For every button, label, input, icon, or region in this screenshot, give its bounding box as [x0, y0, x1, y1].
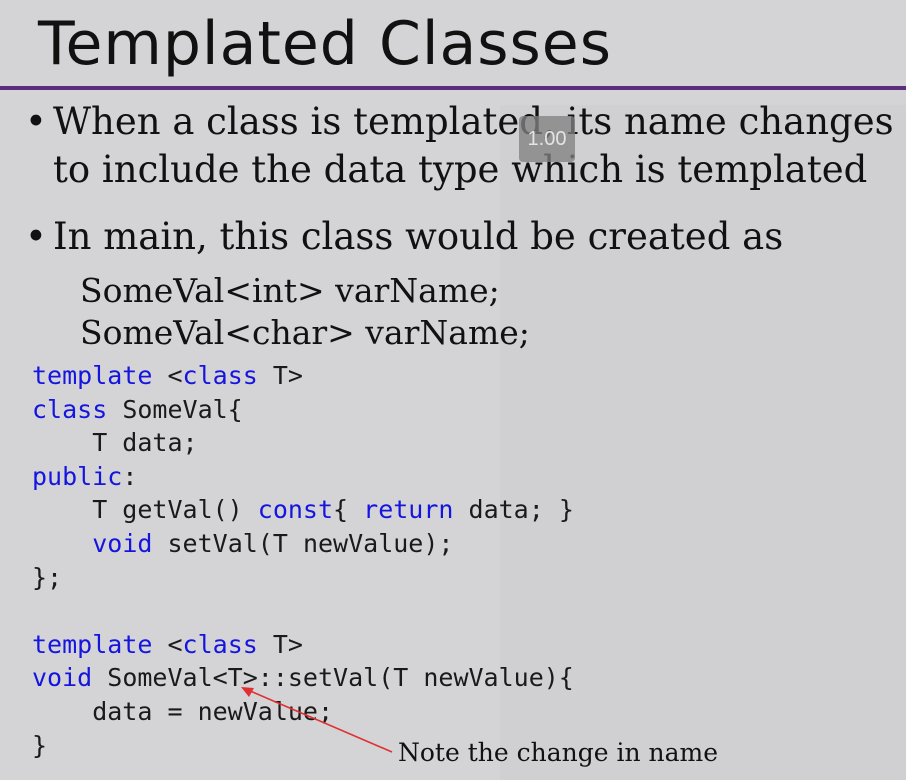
- code-keyword: class: [32, 394, 108, 424]
- code-text: };: [32, 562, 63, 592]
- code-text: T>: [257, 361, 303, 390]
- code-text: data = newValue;: [32, 696, 334, 726]
- code-keyword: class: [182, 629, 258, 659]
- code-text: <: [167, 629, 183, 659]
- code-line: void SomeVal<T>::setVal(T newValue){: [32, 663, 574, 692]
- code-block: template <class T> class SomeVal{ T data…: [32, 359, 574, 762]
- slide-title: Templated Classes: [38, 9, 612, 79]
- bullet-text: In main, this class would be created as: [53, 215, 784, 258]
- code-line: void setVal(T newValue);: [32, 529, 453, 558]
- code-text: SomeVal<T>::setVal(T newValue){: [92, 663, 574, 693]
- title-underline: [0, 86, 906, 90]
- code-text: {: [333, 495, 364, 525]
- code-keyword: return: [363, 495, 454, 525]
- code-line: };: [32, 563, 62, 592]
- code-line: template <class T>: [32, 630, 303, 659]
- code-line: template <class T>: [32, 361, 303, 390]
- code-line: T data;: [32, 428, 198, 458]
- code-text: :: [122, 461, 138, 491]
- code-text: <: [167, 361, 183, 390]
- code-keyword: class: [182, 361, 258, 390]
- code-keyword: public: [32, 461, 123, 491]
- code-line: data = newValue;: [32, 697, 333, 726]
- bullet-text: When a class is templated, its name chan…: [53, 100, 894, 191]
- code-text: SomeVal{: [107, 394, 243, 424]
- example-declaration: SomeVal<int> varName;: [80, 271, 500, 310]
- code-line: }: [32, 731, 47, 760]
- annotation-note: Note the change in name: [398, 738, 719, 767]
- slide: Templated Classes • When a class is temp…: [0, 0, 906, 780]
- code-text: T getVal(): [32, 495, 258, 525]
- example-declaration: SomeVal<char> varName;: [80, 313, 530, 352]
- bullet-marker: •: [25, 215, 47, 258]
- code-line: public:: [32, 462, 137, 491]
- code-text: T>: [257, 629, 303, 659]
- code-keyword: void: [32, 663, 93, 693]
- code-keyword: template: [32, 361, 153, 390]
- code-text: T data;: [32, 428, 198, 458]
- code-keyword: const: [257, 495, 334, 525]
- bullet-item: • When a class is templated, its name ch…: [25, 98, 895, 194]
- playback-speed-badge[interactable]: 1.00: [519, 116, 575, 162]
- code-keyword: void: [92, 528, 153, 558]
- code-line: T getVal() const{ return data; }: [32, 495, 574, 524]
- code-text: data; }: [453, 495, 574, 525]
- code-text: }: [32, 730, 48, 760]
- code-line: class SomeVal{: [32, 395, 243, 424]
- bullet-item: • In main, this class would be created a…: [25, 213, 885, 261]
- code-text: setVal(T newValue);: [152, 528, 454, 558]
- code-keyword: template: [32, 629, 153, 659]
- bullet-marker: •: [25, 100, 47, 143]
